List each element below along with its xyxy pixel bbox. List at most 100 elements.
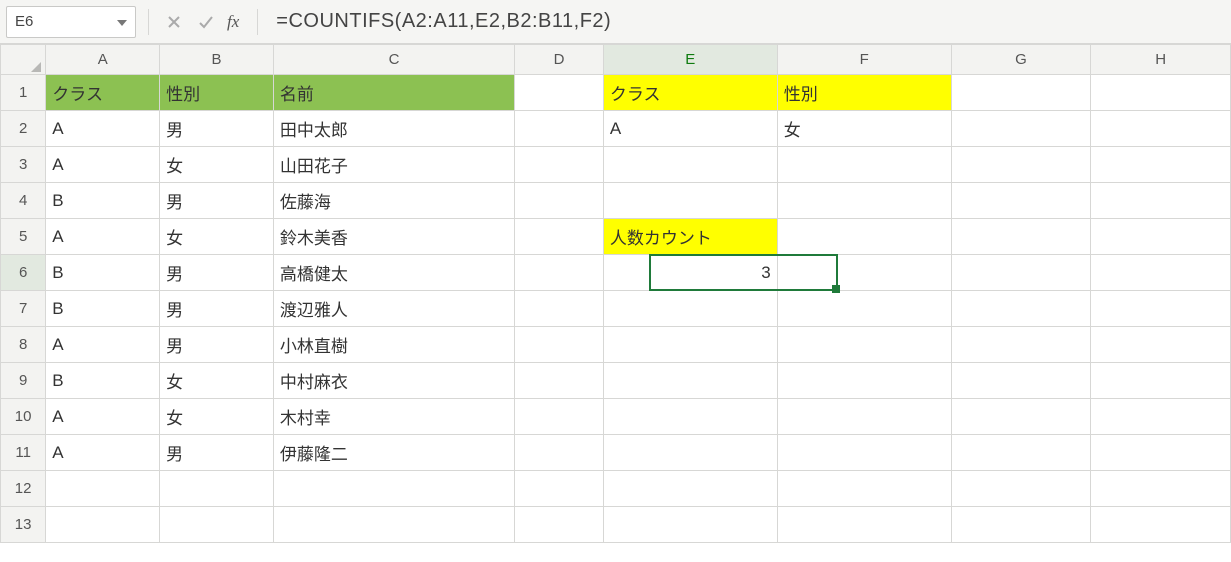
cell-d6[interactable]	[515, 255, 604, 291]
cell-e9[interactable]	[603, 363, 777, 399]
row-header[interactable]: 13	[1, 507, 46, 543]
cell-a13[interactable]	[46, 507, 160, 543]
cell-a8[interactable]: A	[46, 327, 160, 363]
cell-h10[interactable]	[1091, 399, 1231, 435]
cell-c6[interactable]: 高橋健太	[273, 255, 514, 291]
cell-g9[interactable]	[951, 363, 1091, 399]
cell-c13[interactable]	[273, 507, 514, 543]
cell-b8[interactable]: 男	[160, 327, 274, 363]
row-header[interactable]: 2	[1, 111, 46, 147]
cancel-button[interactable]	[161, 9, 187, 35]
cell-d3[interactable]	[515, 147, 604, 183]
cell-c9[interactable]: 中村麻衣	[273, 363, 514, 399]
cell-g7[interactable]	[951, 291, 1091, 327]
cell-h12[interactable]	[1091, 471, 1231, 507]
cell-h11[interactable]	[1091, 435, 1231, 471]
row-header[interactable]: 6	[1, 255, 46, 291]
cell-g5[interactable]	[951, 219, 1091, 255]
col-header-c[interactable]: C	[273, 45, 514, 75]
cell-b7[interactable]: 男	[160, 291, 274, 327]
cell-f2[interactable]: 女	[777, 111, 951, 147]
col-header-e[interactable]: E	[603, 45, 777, 75]
spreadsheet-grid[interactable]: A B C D E F G H 1 クラス 性別 名前 クラス 性別	[0, 44, 1231, 562]
cell-h8[interactable]	[1091, 327, 1231, 363]
formula-input[interactable]	[270, 6, 1225, 38]
cell-d4[interactable]	[515, 183, 604, 219]
cell-b11[interactable]: 男	[160, 435, 274, 471]
cell-d8[interactable]	[515, 327, 604, 363]
row-header[interactable]: 1	[1, 75, 46, 111]
cell-b6[interactable]: 男	[160, 255, 274, 291]
cell-c7[interactable]: 渡辺雅人	[273, 291, 514, 327]
cell-b10[interactable]: 女	[160, 399, 274, 435]
cell-d11[interactable]	[515, 435, 604, 471]
cell-d9[interactable]	[515, 363, 604, 399]
cell-b1[interactable]: 性別	[160, 75, 274, 111]
cell-g2[interactable]	[951, 111, 1091, 147]
col-header-a[interactable]: A	[46, 45, 160, 75]
cell-a5[interactable]: A	[46, 219, 160, 255]
cell-c12[interactable]	[273, 471, 514, 507]
chevron-down-icon[interactable]	[117, 13, 127, 30]
cell-e3[interactable]	[603, 147, 777, 183]
cell-d1[interactable]	[515, 75, 604, 111]
row-header[interactable]: 12	[1, 471, 46, 507]
cell-h2[interactable]	[1091, 111, 1231, 147]
cell-h7[interactable]	[1091, 291, 1231, 327]
cell-c8[interactable]: 小林直樹	[273, 327, 514, 363]
cell-g4[interactable]	[951, 183, 1091, 219]
row-header[interactable]: 9	[1, 363, 46, 399]
cell-b9[interactable]: 女	[160, 363, 274, 399]
cell-b2[interactable]: 男	[160, 111, 274, 147]
cell-f5[interactable]	[777, 219, 951, 255]
cell-b13[interactable]	[160, 507, 274, 543]
cell-e13[interactable]	[603, 507, 777, 543]
cell-b12[interactable]	[160, 471, 274, 507]
cell-e5[interactable]: 人数カウント	[603, 219, 777, 255]
row-header[interactable]: 10	[1, 399, 46, 435]
cell-h13[interactable]	[1091, 507, 1231, 543]
cell-d10[interactable]	[515, 399, 604, 435]
name-box[interactable]: E6	[6, 6, 136, 38]
cell-g8[interactable]	[951, 327, 1091, 363]
cell-d12[interactable]	[515, 471, 604, 507]
row-header[interactable]: 3	[1, 147, 46, 183]
cell-a12[interactable]	[46, 471, 160, 507]
cell-e4[interactable]	[603, 183, 777, 219]
cell-f7[interactable]	[777, 291, 951, 327]
cell-c3[interactable]: 山田花子	[273, 147, 514, 183]
cell-g10[interactable]	[951, 399, 1091, 435]
cell-c11[interactable]: 伊藤隆二	[273, 435, 514, 471]
cell-a10[interactable]: A	[46, 399, 160, 435]
cell-a1[interactable]: クラス	[46, 75, 160, 111]
cell-f6[interactable]	[777, 255, 951, 291]
cell-h5[interactable]	[1091, 219, 1231, 255]
cell-a2[interactable]: A	[46, 111, 160, 147]
cell-f10[interactable]	[777, 399, 951, 435]
col-header-d[interactable]: D	[515, 45, 604, 75]
enter-button[interactable]	[193, 9, 219, 35]
cell-c1[interactable]: 名前	[273, 75, 514, 111]
cell-e1[interactable]: クラス	[603, 75, 777, 111]
cell-e10[interactable]	[603, 399, 777, 435]
cell-g3[interactable]	[951, 147, 1091, 183]
cell-e7[interactable]	[603, 291, 777, 327]
cell-g6[interactable]	[951, 255, 1091, 291]
cell-c5[interactable]: 鈴木美香	[273, 219, 514, 255]
cell-f11[interactable]	[777, 435, 951, 471]
fx-icon[interactable]: fx	[225, 12, 245, 32]
cell-f3[interactable]	[777, 147, 951, 183]
row-header[interactable]: 5	[1, 219, 46, 255]
col-header-f[interactable]: F	[777, 45, 951, 75]
cell-d13[interactable]	[515, 507, 604, 543]
col-header-b[interactable]: B	[160, 45, 274, 75]
cell-e12[interactable]	[603, 471, 777, 507]
col-header-h[interactable]: H	[1091, 45, 1231, 75]
cell-f8[interactable]	[777, 327, 951, 363]
cell-d2[interactable]	[515, 111, 604, 147]
cell-a4[interactable]: B	[46, 183, 160, 219]
row-header[interactable]: 8	[1, 327, 46, 363]
cell-c10[interactable]: 木村幸	[273, 399, 514, 435]
cell-h4[interactable]	[1091, 183, 1231, 219]
row-header[interactable]: 11	[1, 435, 46, 471]
